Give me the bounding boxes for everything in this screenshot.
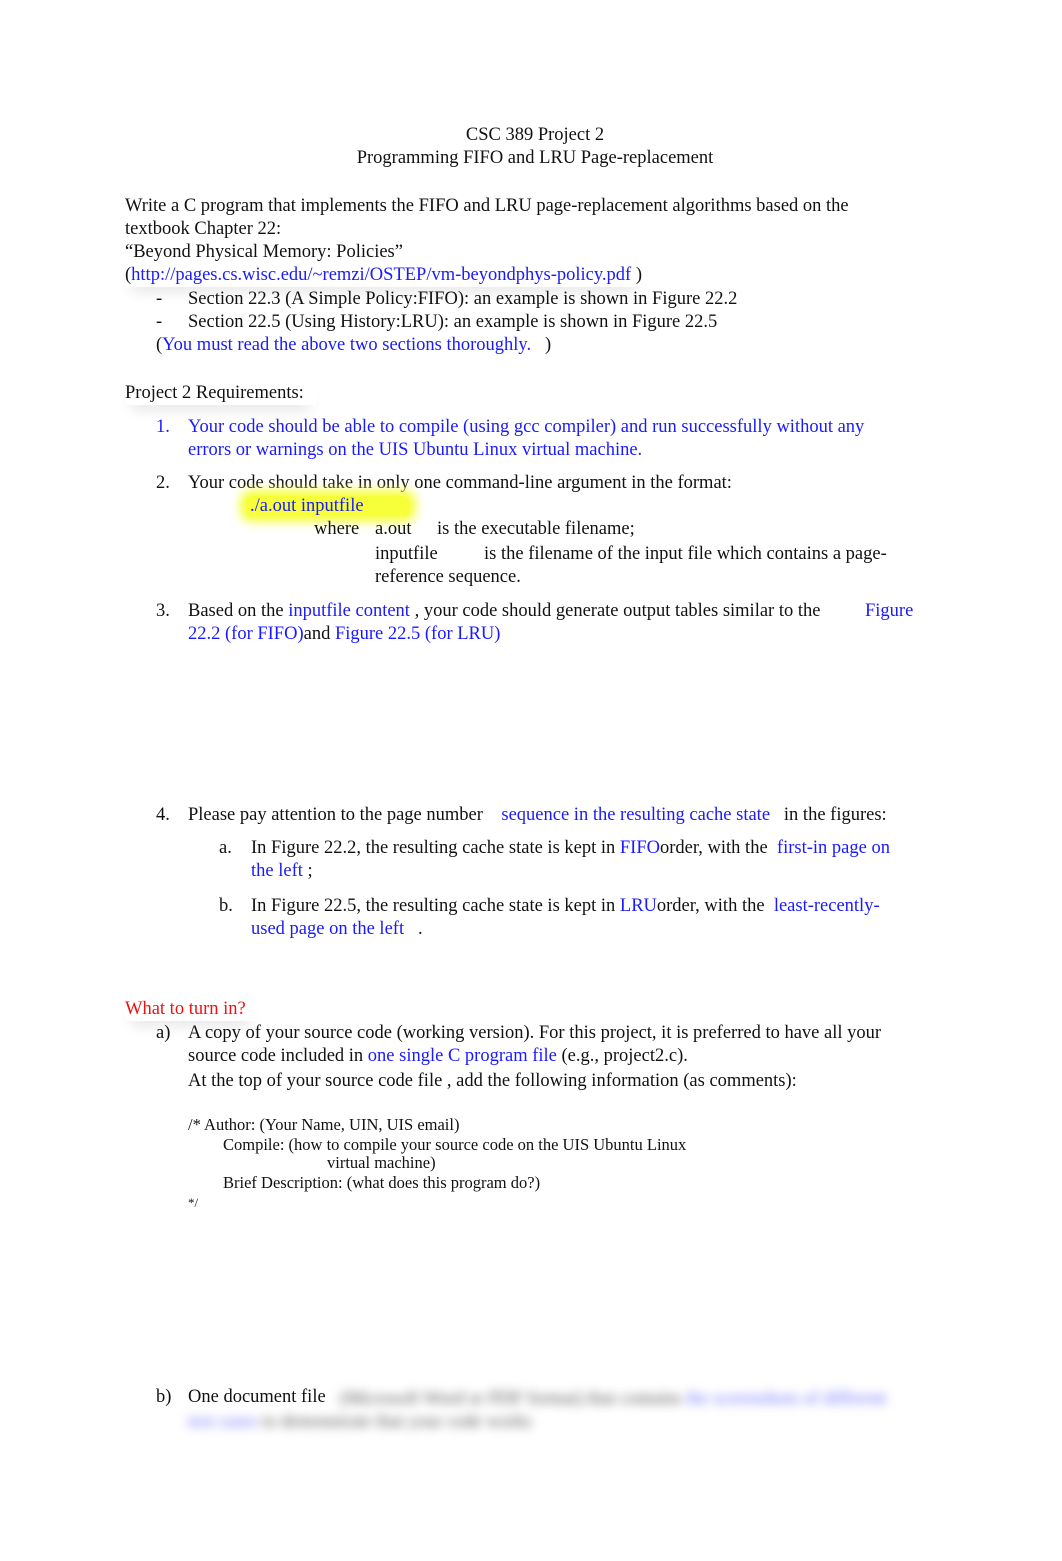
turn-in-a-example: (e.g., project2.c). (561, 1046, 688, 1066)
reference-link-line: (http://pages.cs.wisc.edu/~remzi/OSTEP/v… (125, 264, 642, 287)
chapter-title: “Beyond Physical Memory: Policies” (125, 242, 403, 262)
req-1-line-2: errors or warnings on the UIS Ubuntu Lin… (188, 440, 643, 460)
req-4-text: Please pay attention to the page number (188, 805, 483, 825)
turn-in-a-line-3: At the top of your source code file , ad… (188, 1070, 797, 1093)
req-4a-marker: a. (219, 838, 232, 858)
period: . (417, 919, 423, 939)
bullet-item: - Section 22.3 (A Simple Policy:FIFO): a… (156, 288, 737, 311)
bullet-policy: LRU (400, 312, 438, 332)
textbook-chapter-link[interactable]: http://pages.cs.wisc.edu/~remzi/OSTEP/vm… (131, 265, 631, 285)
comment-line-author: /* Author: (Your Name, UIN, UIS email) (188, 1115, 460, 1134)
req-4-text-end: in the figures: (783, 805, 887, 825)
bullet-marker: - (156, 289, 163, 309)
req-3-line-1: Based on the inputfile content , your co… (188, 600, 820, 623)
blurred-link-2: test cases (188, 1412, 258, 1432)
req-4-number: 4. (156, 805, 170, 825)
bullet-policy: FIFO (417, 289, 458, 309)
req-4a-line-2: the left ; (251, 860, 313, 883)
reading-note-text: You must read the above two sections tho… (162, 335, 532, 355)
figure-22-2-ref-start: Figure (865, 601, 914, 621)
paren-close: ) (544, 335, 552, 355)
blurred-link: the screenshots of different (686, 1389, 887, 1409)
reading-note: (You must read the above two sections th… (156, 334, 551, 357)
req-2-line-1: Your code should take in only one comman… (188, 473, 732, 493)
intro-line-2: textbook Chapter 22: (125, 219, 282, 239)
turn-in-heading: What to turn in? (125, 998, 256, 1021)
command-highlight: ./a.out inputfile (246, 496, 410, 516)
req-3-line-2: 22.2 (for FIFO)and Figure 22.5 (for LRU) (188, 623, 500, 646)
lru-page-ref: least-recently- (773, 896, 880, 916)
command-line: ./a.out inputfile (246, 495, 410, 518)
inputfile-term: inputfile (375, 544, 438, 564)
turn-in-b-label: One document file (188, 1387, 326, 1407)
blurred-text-2: to demonstrate that your code works (261, 1412, 532, 1432)
turn-in-a-marker: a) (156, 1023, 171, 1043)
comment-line-compile: Compile: (how to compile your source cod… (223, 1135, 687, 1154)
document-title: CSC 389 Project 2 (465, 125, 605, 145)
comment-line-end: */ (188, 1195, 199, 1210)
bullet-item: - Section 22.5 (Using History:LRU): an e… (156, 311, 717, 334)
comment-line-description: Brief Description: (what does this progr… (223, 1173, 541, 1192)
requirements-heading: Project 2 Requirements: (125, 382, 316, 405)
req-4b-text: In Figure 22.5, the resulting cache stat… (251, 896, 616, 916)
turn-in-a-text-3: At the top of your source code file (188, 1071, 443, 1091)
turn-in-a-line-2: source code included in one single C pro… (188, 1045, 688, 1068)
inputfile-content-ref: inputfile content (288, 601, 410, 621)
blurred-text: (Microsoft Word or PDF format) that cont… (340, 1389, 682, 1409)
turn-in-a-line-1: A copy of your source code (working vers… (188, 1023, 882, 1043)
fifo-order-ref: FIFO (619, 838, 660, 858)
req-2-number: 2. (156, 473, 170, 493)
bullet-marker: - (156, 312, 163, 332)
figure-22-5-ref: Figure 22.5 (for LRU) (334, 624, 501, 644)
req-1-number: 1. (156, 417, 170, 437)
bullet-text-end: ): an example is shown in Figure 22.2 (457, 289, 738, 309)
first-in-page-ref: first-in page on (776, 838, 890, 858)
req-4b-line-2: used page on the left . (251, 918, 423, 941)
blurred-content-line-2: test cases to demonstrate that your code… (188, 1411, 532, 1434)
req-4a-line-1: In Figure 22.2, the resulting cache stat… (251, 837, 890, 860)
where-label: where (314, 519, 360, 539)
comment-line-compile-2: virtual machine) (327, 1153, 436, 1172)
req-3-text: Based on the (188, 601, 284, 621)
turn-in-b-marker: b) (156, 1387, 172, 1407)
bullet-text: Section 22.3 (A Simple Policy: (188, 289, 418, 309)
single-c-file-ref: one single C program file (367, 1046, 557, 1066)
bullet-text-end: ): an example is shown in Figure 22.5 (437, 312, 718, 332)
inputfile-desc-2: reference sequence. (375, 567, 521, 587)
first-in-page-ref-end: the left (251, 861, 303, 881)
aout-term: a.out (375, 519, 412, 539)
bullet-text: Section 22.5 (Using History: (188, 312, 401, 332)
cache-state-sequence-ref: sequence in the resulting cache state (501, 805, 771, 825)
turn-in-a-text-3-end: , add the following information (as comm… (446, 1071, 797, 1091)
figure-22-2-ref: 22.2 (for FIFO) (188, 624, 304, 644)
semicolon: ; (307, 861, 313, 881)
document-subtitle: Programming FIFO and LRU Page-replacemen… (356, 148, 714, 168)
paren-close: ) (635, 265, 642, 285)
req-4a-text-mid: order, with the (660, 838, 768, 858)
inputfile-desc: is the filename of the input file which … (484, 544, 887, 564)
intro-line-1: Write a C program that implements the FI… (125, 196, 849, 216)
req-3-text-mid: , your code should generate output table… (414, 601, 821, 621)
req-4b-text-mid: order, with the (656, 896, 765, 916)
aout-desc: is the executable filename; (437, 519, 635, 539)
req-3-number: 3. (156, 601, 170, 621)
lru-order-ref: LRU (619, 896, 657, 916)
req-1-line-1: Your code should be able to compile (usi… (188, 417, 865, 437)
req-4b-line-1: In Figure 22.5, the resulting cache stat… (251, 895, 880, 918)
blurred-content-line-1: (Microsoft Word or PDF format) that cont… (340, 1388, 887, 1411)
req-4b-marker: b. (219, 896, 233, 916)
req-4a-text: In Figure 22.2, the resulting cache stat… (251, 838, 616, 858)
req-4-line-1: Please pay attention to the page number … (188, 804, 887, 827)
turn-in-a-text: source code included in (188, 1046, 364, 1066)
lru-page-ref-end: used page on the left (251, 919, 405, 939)
and-text: and (303, 624, 331, 644)
